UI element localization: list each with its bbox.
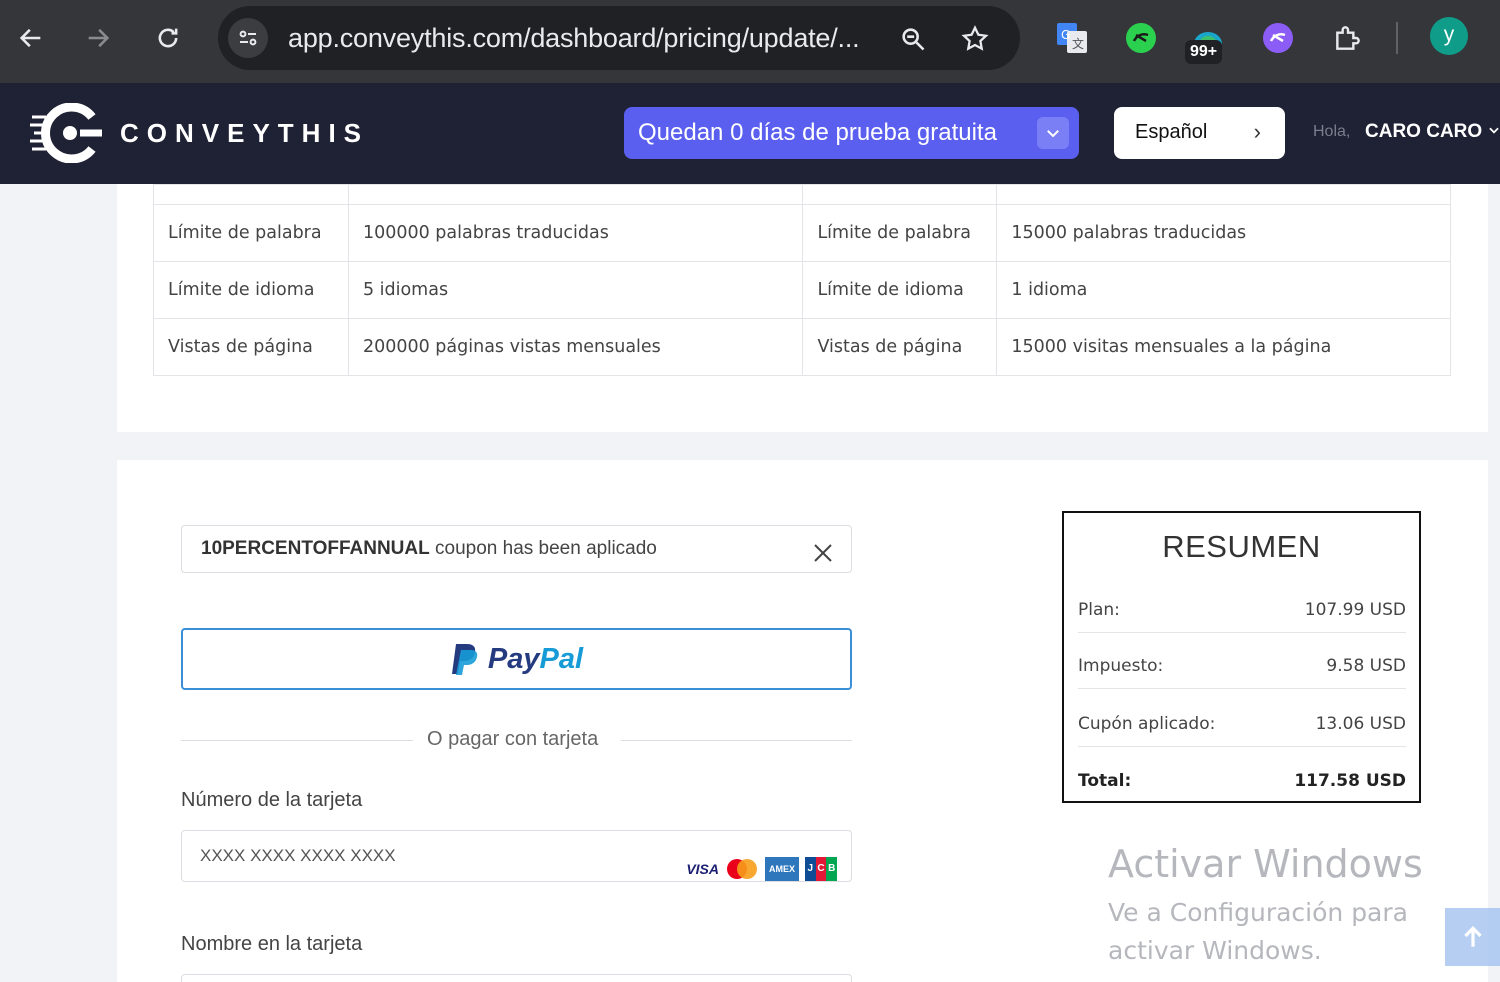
summary-row-plan: Plan: 107.99 USD	[1078, 587, 1406, 633]
summary-title: RESUMEN	[1162, 529, 1321, 564]
conveythis-logo-icon[interactable]	[30, 102, 104, 164]
reload-icon[interactable]	[148, 18, 188, 58]
toolbar-divider	[1396, 22, 1398, 54]
language-label: Español	[1135, 121, 1208, 143]
order-summary: RESUMEN Plan: 107.99 USD Impuesto: 9.58 …	[1062, 511, 1421, 803]
table-row: Límite de idioma 5 idiomas Límite de idi…	[153, 261, 1451, 319]
browser-toolbar: app.conveythis.com/dashboard/pricing/upd…	[0, 0, 1500, 83]
extensions-puzzle-icon[interactable]	[1328, 18, 1368, 58]
summary-row-total: Total: 117.58 USD	[1078, 757, 1406, 803]
card-brand-logos: VISA AMEX JCB	[686, 844, 838, 894]
row-value: 15000 visitas mensuales a la página	[996, 318, 1451, 376]
user-name: CARO CARO	[1365, 121, 1483, 142]
row-label: Límite de palabra	[802, 204, 998, 262]
profile-avatar[interactable]: y	[1430, 17, 1468, 55]
row-value: 5 idiomas	[347, 261, 804, 319]
row-label: Límite de idioma	[802, 261, 998, 319]
summary-label: Total:	[1078, 771, 1132, 791]
plan-comparison-table: Límite de palabra 100000 palabras traduc…	[153, 184, 1451, 376]
user-menu[interactable]: CARO CARO	[1365, 121, 1500, 143]
greeting: Hola,	[1313, 123, 1351, 140]
row-value: 100000 palabras traducidas	[347, 204, 804, 262]
extension-link-icon[interactable]	[1121, 18, 1161, 58]
divider	[621, 740, 852, 741]
paypal-button[interactable]: PayPal	[181, 628, 852, 690]
svg-text:G: G	[1061, 28, 1070, 42]
row-value: 200000 páginas vistas mensuales	[347, 318, 804, 376]
url-text[interactable]: app.conveythis.com/dashboard/pricing/upd…	[288, 23, 860, 54]
row-label: Límite de palabra	[153, 204, 349, 262]
coupon-message: coupon has been aplicado	[429, 538, 657, 559]
scroll-to-top-button[interactable]	[1445, 908, 1500, 966]
site-settings-icon[interactable]	[228, 18, 268, 58]
trial-banner[interactable]: Quedan 0 días de prueba gratuita	[624, 107, 1079, 159]
summary-label: Cupón aplicado:	[1078, 714, 1216, 734]
summary-label: Plan:	[1078, 600, 1120, 620]
summary-value: 9.58 USD	[1326, 656, 1406, 676]
paypal-logo-icon	[451, 644, 478, 675]
card-number-label: Número de la tarjeta	[181, 789, 363, 811]
row-value: 15000 palabras traducidas	[996, 204, 1451, 262]
summary-row-tax: Impuesto: 9.58 USD	[1078, 643, 1406, 689]
paypal-wordmark: PayPal	[487, 642, 584, 675]
google-translate-icon[interactable]: G文	[1052, 18, 1092, 58]
row-label: Vistas de página	[802, 318, 998, 376]
coupon-applied-notice: 10PERCENTOFFANNUAL coupon has been aplic…	[181, 525, 852, 573]
row-label: Límite de idioma	[153, 261, 349, 319]
or-pay-with-card: O pagar con tarjeta	[427, 728, 599, 750]
summary-value: 107.99 USD	[1304, 600, 1406, 620]
jcb-icon: JCB	[805, 857, 838, 881]
language-selector[interactable]: Español ›	[1114, 107, 1285, 159]
card-number-placeholder: XXXX XXXX XXXX XXXX	[200, 846, 396, 865]
bookmark-star-icon[interactable]	[958, 22, 992, 56]
amex-icon: AMEX	[765, 857, 799, 881]
zoom-icon[interactable]	[896, 22, 930, 56]
chevron-right-icon: ›	[1253, 119, 1261, 144]
arrow-up-icon	[1463, 926, 1482, 947]
card-number-input[interactable]: XXXX XXXX XXXX XXXX VISA AMEX JCB	[181, 830, 852, 882]
address-bar[interactable]: app.conveythis.com/dashboard/pricing/upd…	[218, 6, 1020, 70]
summary-value: 117.58 USD	[1294, 771, 1406, 791]
table-row	[153, 184, 1451, 205]
chevron-down-icon[interactable]	[1037, 117, 1069, 149]
svg-text:文: 文	[1072, 36, 1084, 51]
table-row: Límite de palabra 100000 palabras traduc…	[153, 204, 1451, 262]
card-name-input[interactable]	[181, 974, 852, 982]
windows-activation-subtitle: Ve a Configuración para activar Windows.	[1108, 898, 1408, 965]
logo-text: CONVEYTHIS	[120, 118, 370, 148]
card-name-label: Nombre en la tarjeta	[181, 933, 363, 955]
windows-activation-title: Activar Windows	[1108, 842, 1423, 886]
chevron-down-icon	[1489, 127, 1500, 134]
table-row: Vistas de página 200000 páginas vistas m…	[153, 318, 1451, 376]
row-label: Vistas de página	[153, 318, 349, 376]
visa-icon: VISA	[686, 861, 719, 877]
coupon-code: 10PERCENTOFFANNUAL	[201, 538, 430, 559]
forward-icon[interactable]	[78, 18, 118, 58]
divider	[181, 740, 413, 741]
extension-purple-icon[interactable]	[1258, 18, 1298, 58]
mastercard-icon	[727, 859, 757, 879]
back-icon[interactable]	[11, 18, 51, 58]
close-icon[interactable]	[811, 537, 835, 562]
row-value: 1 idioma	[996, 261, 1451, 319]
summary-row-coupon: Cupón aplicado: 13.06 USD	[1078, 701, 1406, 747]
summary-value: 13.06 USD	[1315, 714, 1406, 734]
trial-banner-text: Quedan 0 días de prueba gratuita	[638, 119, 997, 146]
extension-badge: 99+	[1185, 40, 1223, 64]
summary-label: Impuesto:	[1078, 656, 1164, 676]
app-header: CONVEYTHIS Quedan 0 días de prueba gratu…	[0, 83, 1500, 184]
